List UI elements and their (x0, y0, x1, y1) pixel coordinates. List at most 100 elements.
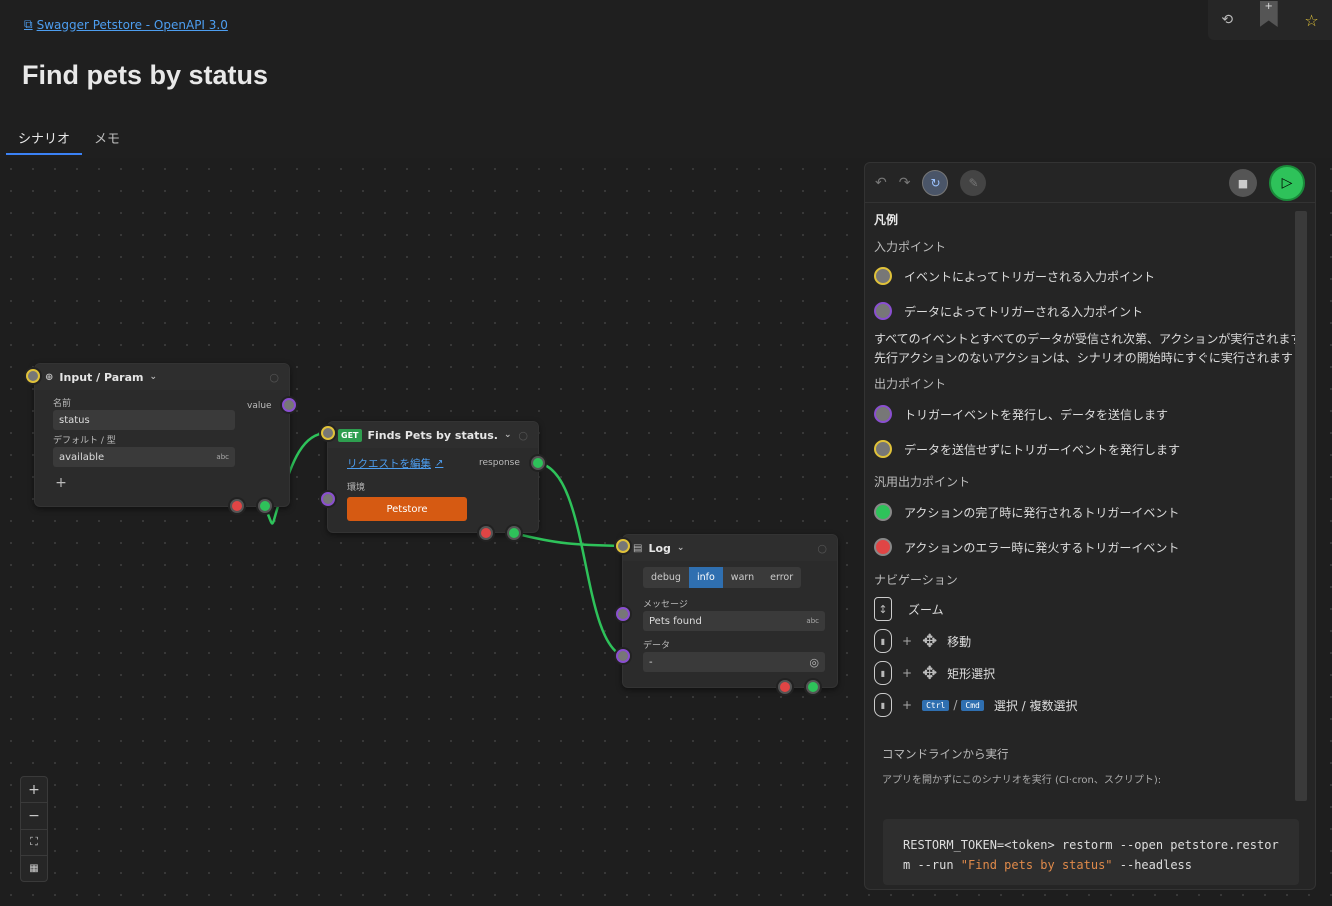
cli-title: コマンドラインから実行 (882, 747, 1009, 761)
nav-text: 選択 / 複数選択 (993, 698, 1078, 713)
plus-sign: + (902, 634, 913, 648)
input-complete-port[interactable] (258, 499, 272, 513)
chevron-down-icon[interactable]: ⌄ (504, 430, 512, 440)
node-header[interactable]: GET Finds Pets by status. ⌄ ○ (328, 422, 538, 448)
plus-sign: + (902, 666, 913, 680)
log-event-port[interactable] (616, 539, 630, 553)
message-label: メッセージ (643, 600, 688, 610)
input-param-node[interactable]: ⊕ Input / Param ⌄ ○ 名前 status デフォルト / 型 … (34, 363, 290, 507)
log-level-selector[interactable]: debug info warn error (643, 567, 802, 588)
plus-sign: + (902, 698, 913, 712)
chevron-down-icon[interactable]: ⌄ (149, 372, 157, 382)
legend-on-complete: アクションの完了時に発行されるトリガーイベント (874, 503, 1179, 521)
minimap-icon[interactable]: ▦ (21, 856, 47, 881)
get-complete-port[interactable] (507, 526, 521, 540)
edit-request-link[interactable]: リクエストを編集 ↗ (347, 456, 443, 471)
stop-icon[interactable]: ■ (1229, 169, 1257, 197)
undo-icon[interactable]: ↶ (875, 175, 887, 191)
level-warn[interactable]: warn (723, 567, 762, 588)
move-arrows-icon: ✥ (922, 662, 938, 684)
out-trigger-only-dot (874, 440, 892, 458)
type-badge: abc (806, 617, 819, 625)
legend-panel: ↶ ↷ ↻ ✎ ■ ▷ 凡例 入力ポイント イベントによってトリガーされる入力ポ… (864, 162, 1316, 890)
run-icon[interactable]: ▷ (1269, 165, 1305, 201)
node-header[interactable]: ▤ Log ⌄ ○ (623, 535, 837, 561)
legend-out-trigger-data: トリガーイベントを発行し、データを送信します (874, 405, 1168, 423)
nav-move: ▮ + ✥ 移動 (874, 629, 971, 653)
legend-text: データによってトリガーされる入力ポイント (904, 304, 1144, 319)
legend-scrollbar[interactable] (1295, 211, 1307, 801)
status-circle-icon: ○ (518, 428, 528, 442)
data-field[interactable]: - ◎ (643, 652, 825, 672)
zoom-out-icon[interactable]: − (21, 803, 47, 830)
get-error-port[interactable] (479, 526, 493, 540)
value-output-label: value (247, 401, 272, 411)
default-label: デフォルト / 型 (53, 436, 116, 446)
target-icon[interactable]: ◎ (809, 656, 819, 669)
get-request-node[interactable]: GET Finds Pets by status. ⌄ ○ リクエストを編集 ↗… (327, 421, 539, 533)
star-icon[interactable]: ☆ (1304, 11, 1318, 30)
cli-cmd-string: "Find pets by status" (960, 858, 1113, 872)
api-link[interactable]: ⧉ Swagger Petstore - OpenAPI 3.0 (24, 17, 228, 32)
event-input-dot (874, 267, 892, 285)
brush-icon[interactable]: ✎ (960, 169, 987, 196)
level-info[interactable]: info (688, 567, 723, 588)
page-title: Find pets by status (22, 60, 269, 90)
external-link-icon: ↗ (435, 458, 444, 469)
mouse-left-icon: ▮ (874, 693, 892, 717)
node-header[interactable]: ⊕ Input / Param ⌄ ○ (35, 364, 289, 390)
value-output-port[interactable] (282, 398, 296, 412)
auto-layout-icon[interactable]: ↻ (922, 169, 949, 196)
tab-memo[interactable]: メモ (82, 124, 132, 155)
legend-text: アクションの完了時に発行されるトリガーイベント (904, 505, 1180, 520)
name-value: status (59, 414, 90, 426)
message-value: Pets found (649, 615, 702, 627)
data-label: データ (643, 641, 671, 651)
cmd-key: Cmd (961, 699, 984, 711)
add-icon[interactable]: + (53, 475, 69, 491)
cli-command[interactable]: RESTORM_TOKEN=<token> restorm --open pet… (883, 819, 1299, 885)
get-data-port[interactable] (321, 492, 335, 506)
legend-text: トリガーイベントを発行し、データを送信します (904, 407, 1169, 422)
history-icon[interactable]: ⟲ (1221, 12, 1233, 28)
nav-zoom: ↕ ズーム (874, 597, 944, 621)
name-field[interactable]: status (53, 410, 235, 430)
bookmark-icon[interactable]: + (1259, 1, 1278, 27)
log-node[interactable]: ▤ Log ⌄ ○ debug info warn error メッセージ Pe… (622, 534, 838, 688)
input-points-heading: 入力ポイント (874, 240, 947, 254)
data-input-dot (874, 302, 892, 320)
zoom-in-icon[interactable]: + (21, 777, 47, 804)
response-output-port[interactable] (531, 456, 545, 470)
level-error[interactable]: error (762, 567, 801, 588)
output-points-heading: 出力ポイント (874, 377, 947, 391)
legend-text: データを送信せずにトリガーイベントを発行します (904, 442, 1181, 457)
redo-icon[interactable]: ↷ (899, 175, 911, 191)
cli-desc: アプリを開かずにこのシナリオを実行 (CI·cron、スクリプト): (882, 775, 1162, 786)
log-complete-port[interactable] (806, 680, 820, 694)
type-badge: abc (216, 453, 229, 461)
panel-toolbar: ↶ ↷ ↻ ✎ ■ ▷ (865, 163, 1315, 203)
log-message-port[interactable] (616, 607, 630, 621)
input-event-port[interactable] (26, 369, 40, 383)
generic-output-heading: 汎用出力ポイント (874, 475, 971, 489)
api-link-text[interactable]: Swagger Petstore - OpenAPI 3.0 (37, 18, 228, 32)
message-field[interactable]: Pets found abc (643, 611, 825, 631)
log-error-port[interactable] (778, 680, 792, 694)
level-debug[interactable]: debug (643, 567, 689, 588)
default-field[interactable]: available abc (53, 447, 235, 467)
nav-rect-select: ▮ + ✥ 矩形選択 (874, 661, 995, 685)
swagger-icon: ⧉ (24, 17, 33, 31)
cli-cmd-flag: --headless (1112, 858, 1192, 872)
app-root: ⧉ Swagger Petstore - OpenAPI 3.0 Find pe… (0, 0, 1332, 906)
complete-dot (874, 503, 892, 521)
status-circle-icon: ○ (817, 541, 827, 555)
fit-view-icon[interactable]: ⛶ (21, 830, 47, 856)
env-button[interactable]: Petstore (347, 497, 467, 521)
node-title: Input / Param (59, 370, 144, 384)
chevron-down-icon[interactable]: ⌄ (677, 543, 685, 553)
note-2: 先行アクションのないアクションは、シナリオの開始時にすぐに実行されます (874, 351, 1293, 365)
input-error-port[interactable] (230, 499, 244, 513)
get-event-port[interactable] (321, 426, 335, 440)
log-data-port[interactable] (616, 649, 630, 663)
tab-scenario[interactable]: シナリオ (6, 124, 83, 155)
